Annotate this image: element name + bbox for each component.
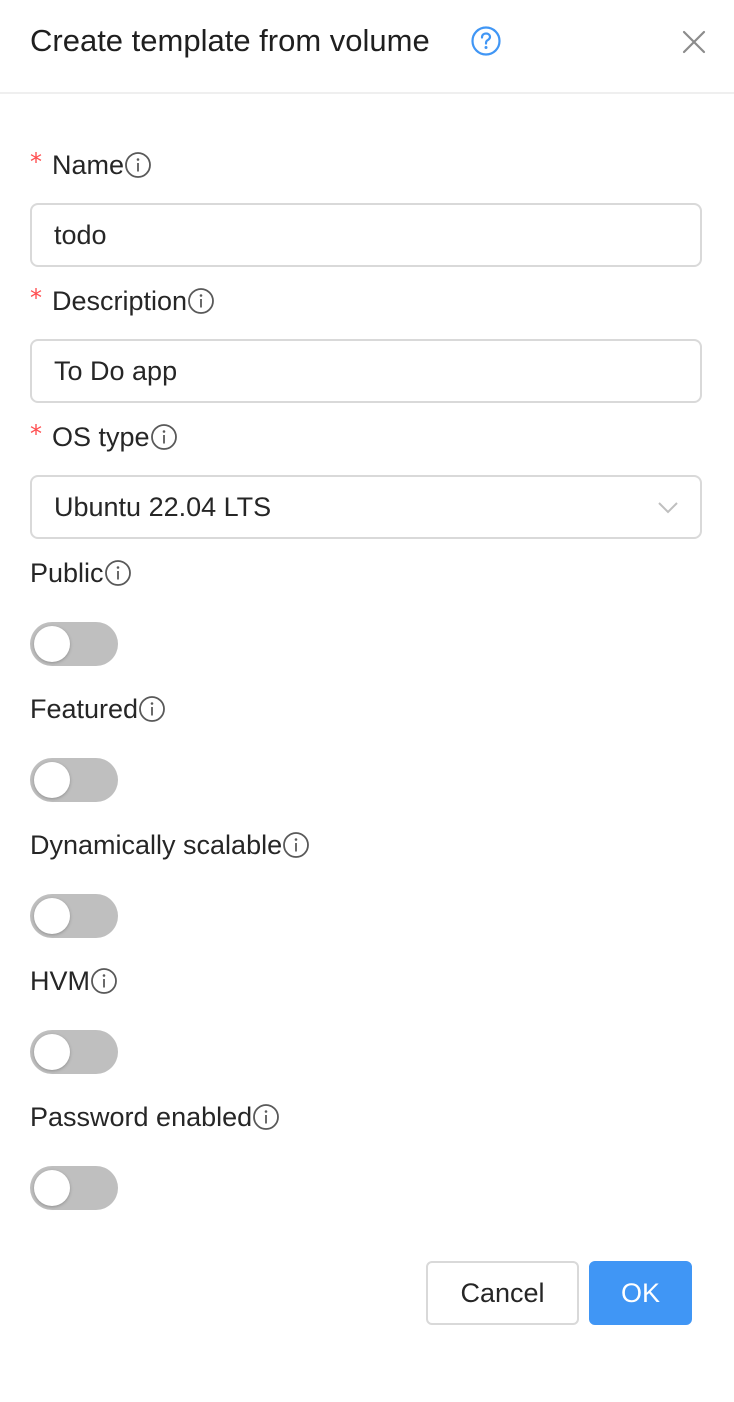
dynamically-scalable-label: Dynamically scalable (30, 827, 310, 863)
dynamically-scalable-label-text: Dynamically scalable (30, 829, 283, 860)
name-label: * Name (30, 147, 152, 183)
os-type-label-text: OS type (52, 421, 150, 452)
hvm-switch[interactable] (30, 1030, 118, 1074)
switch-knob (34, 898, 70, 934)
os-type-label: * OS type (30, 419, 178, 455)
info-icon[interactable] (138, 695, 166, 723)
switch-knob (34, 626, 70, 662)
os-type-select[interactable]: Ubuntu 22.04 LTS (30, 475, 702, 539)
chevron-down-icon (658, 502, 678, 514)
info-icon[interactable] (124, 151, 152, 179)
os-type-selected-value: Ubuntu 22.04 LTS (54, 492, 272, 522)
dialog-title: Create template from volume (30, 23, 430, 58)
public-label: Public (30, 555, 132, 591)
featured-label: Featured (30, 691, 166, 727)
cancel-button[interactable]: Cancel (426, 1261, 579, 1325)
ok-button[interactable]: OK (589, 1261, 692, 1325)
description-input[interactable] (30, 339, 702, 403)
switch-knob (34, 1170, 70, 1206)
question-circle-icon[interactable] (470, 25, 502, 57)
info-icon[interactable] (282, 831, 310, 859)
create-template-dialog: Create template from volume * Name * Des… (0, 0, 734, 1402)
info-icon[interactable] (150, 423, 178, 451)
required-mark: * (30, 284, 42, 312)
info-icon[interactable] (104, 559, 132, 587)
public-switch[interactable] (30, 622, 118, 666)
public-label-text: Public (30, 557, 104, 588)
description-label-text: Description (52, 285, 188, 316)
password-enabled-label-text: Password enabled (30, 1101, 253, 1132)
switch-knob (34, 762, 70, 798)
name-input[interactable] (30, 203, 702, 267)
required-mark: * (30, 420, 42, 448)
info-icon[interactable] (187, 287, 215, 315)
featured-label-text: Featured (30, 693, 139, 724)
password-enabled-switch[interactable] (30, 1166, 118, 1210)
password-enabled-label: Password enabled (30, 1099, 280, 1135)
info-icon[interactable] (90, 967, 118, 995)
hvm-label: HVM (30, 963, 118, 999)
info-icon[interactable] (252, 1103, 280, 1131)
dialog-header: Create template from volume (0, 0, 734, 94)
close-icon[interactable] (674, 22, 714, 62)
hvm-label-text: HVM (30, 965, 90, 996)
name-label-text: Name (52, 149, 125, 180)
dynamically-scalable-switch[interactable] (30, 894, 118, 938)
featured-switch[interactable] (30, 758, 118, 802)
switch-knob (34, 1034, 70, 1070)
description-label: * Description (30, 283, 215, 319)
required-mark: * (30, 148, 42, 176)
